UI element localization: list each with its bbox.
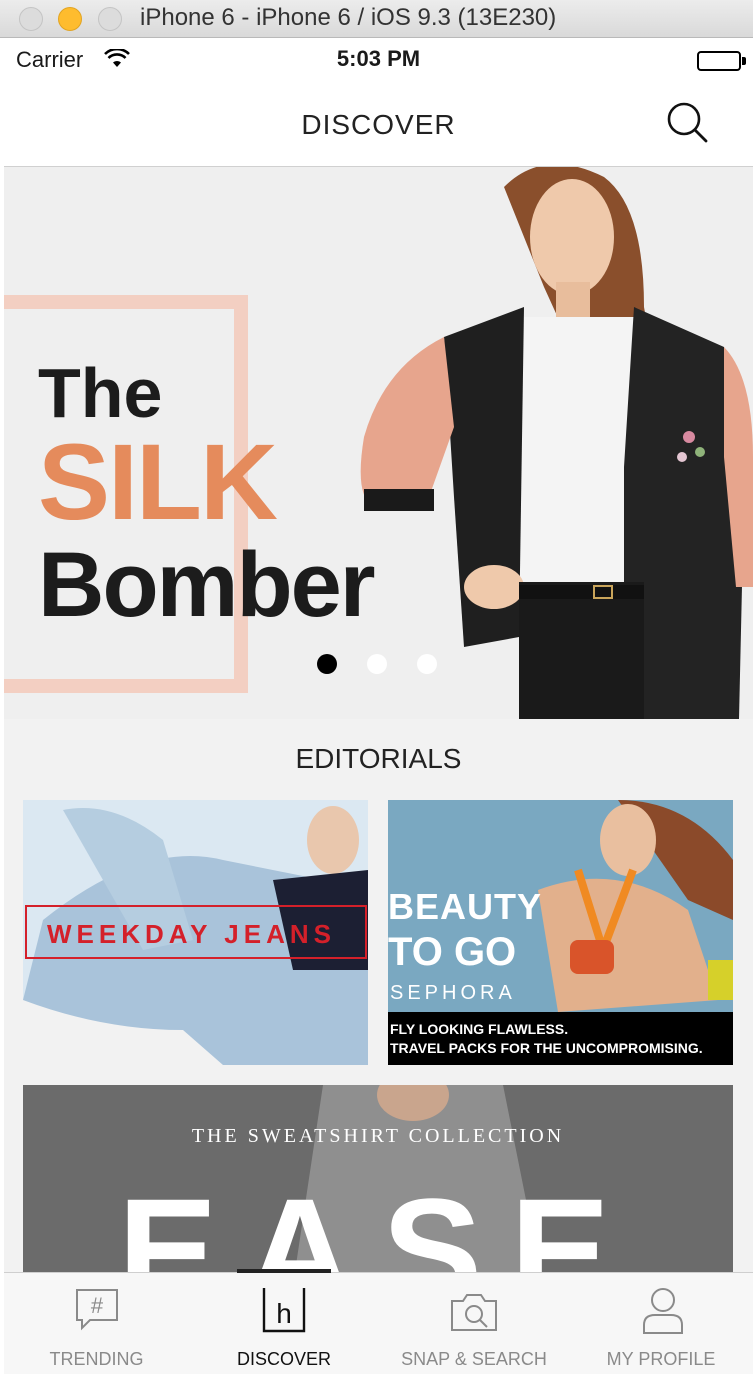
tab-my-profile[interactable]: MY PROFILE <box>569 1273 753 1374</box>
editorials-heading: EDITORIALS <box>295 743 462 774</box>
tab-snap-label: SNAP & SEARCH <box>401 1349 547 1369</box>
person-icon <box>643 1288 683 1334</box>
tab-discover-label: DISCOVER <box>236 1349 332 1369</box>
weekday-headline: WEEKDAY JEANS <box>47 919 336 949</box>
beauty-headline-line2: TO GO <box>388 930 517 974</box>
svg-text:h: h <box>276 1298 292 1329</box>
tab-bar: # TRENDING h DISCOVER SNAP & SEARCH MY P… <box>4 1269 753 1374</box>
window-minimize-button[interactable] <box>58 7 82 31</box>
navigation-bar: DISCOVER <box>4 81 753 167</box>
tab-discover[interactable]: h DISCOVER <box>189 1273 379 1374</box>
hero-headline-line3: Bomber <box>38 534 376 636</box>
simulator-title-bar: iPhone 6 - iPhone 6 / iOS 9.3 (13E230) <box>0 0 753 38</box>
tab-trending[interactable]: # TRENDING <box>4 1273 189 1374</box>
carousel-dot-3[interactable] <box>417 654 437 674</box>
window-zoom-button[interactable] <box>98 7 122 31</box>
camera-search-icon <box>451 1294 497 1331</box>
tab-trending-label: TRENDING <box>49 1349 144 1369</box>
tab-snap-and-search[interactable]: SNAP & SEARCH <box>379 1273 569 1374</box>
window-close-button[interactable] <box>19 7 43 31</box>
search-icon[interactable] <box>664 99 714 149</box>
window-title: iPhone 6 - iPhone 6 / iOS 9.3 (13E230) <box>140 4 557 31</box>
device-screen: Carrier 5:03 PM DISCOVER The SILK Bomber… <box>4 39 753 1374</box>
hero-carousel[interactable]: The SILK Bomber <box>4 167 753 719</box>
carousel-dot-2[interactable] <box>367 654 387 674</box>
page-title: DISCOVER <box>301 109 456 140</box>
beauty-headline-line1: BEAUTY <box>388 886 543 927</box>
battery-icon <box>697 51 741 71</box>
status-bar: Carrier 5:03 PM <box>4 39 753 81</box>
editorial-card-sweatshirt-ease[interactable]: THE SWEATSHIRT COLLECTION EASE <box>23 1085 733 1285</box>
svg-text:#: # <box>91 1293 104 1318</box>
beauty-caption-line2: TRAVEL PACKS FOR THE UNCOMPROMISING. <box>390 1040 703 1056</box>
status-time: 5:03 PM <box>336 46 421 71</box>
editorial-card-beauty-to-go[interactable]: BEAUTY TO GO SEPHORA FLY LOOKING FLAWLES… <box>388 800 733 1065</box>
beauty-caption-box: FLY LOOKING FLAWLESS. TRAVEL PACKS FOR T… <box>388 1012 733 1065</box>
h-logo-icon: h <box>262 1288 306 1333</box>
carousel-dot-1[interactable] <box>317 654 337 674</box>
editorial-card-weekday-jeans[interactable]: WEEKDAY JEANS <box>23 800 368 1065</box>
ease-subtitle: THE SWEATSHIRT COLLECTION <box>191 1125 565 1147</box>
hero-headline-line2: SILK <box>38 421 278 542</box>
ease-headline: EASE <box>117 1167 639 1285</box>
beauty-brand-name: SEPHORA <box>390 982 516 1004</box>
hashtag-chat-icon: # <box>76 1289 118 1331</box>
tab-profile-label: MY PROFILE <box>606 1349 716 1369</box>
hero-model-image <box>360 167 753 719</box>
beauty-caption-line1: FLY LOOKING FLAWLESS. <box>390 1021 569 1037</box>
